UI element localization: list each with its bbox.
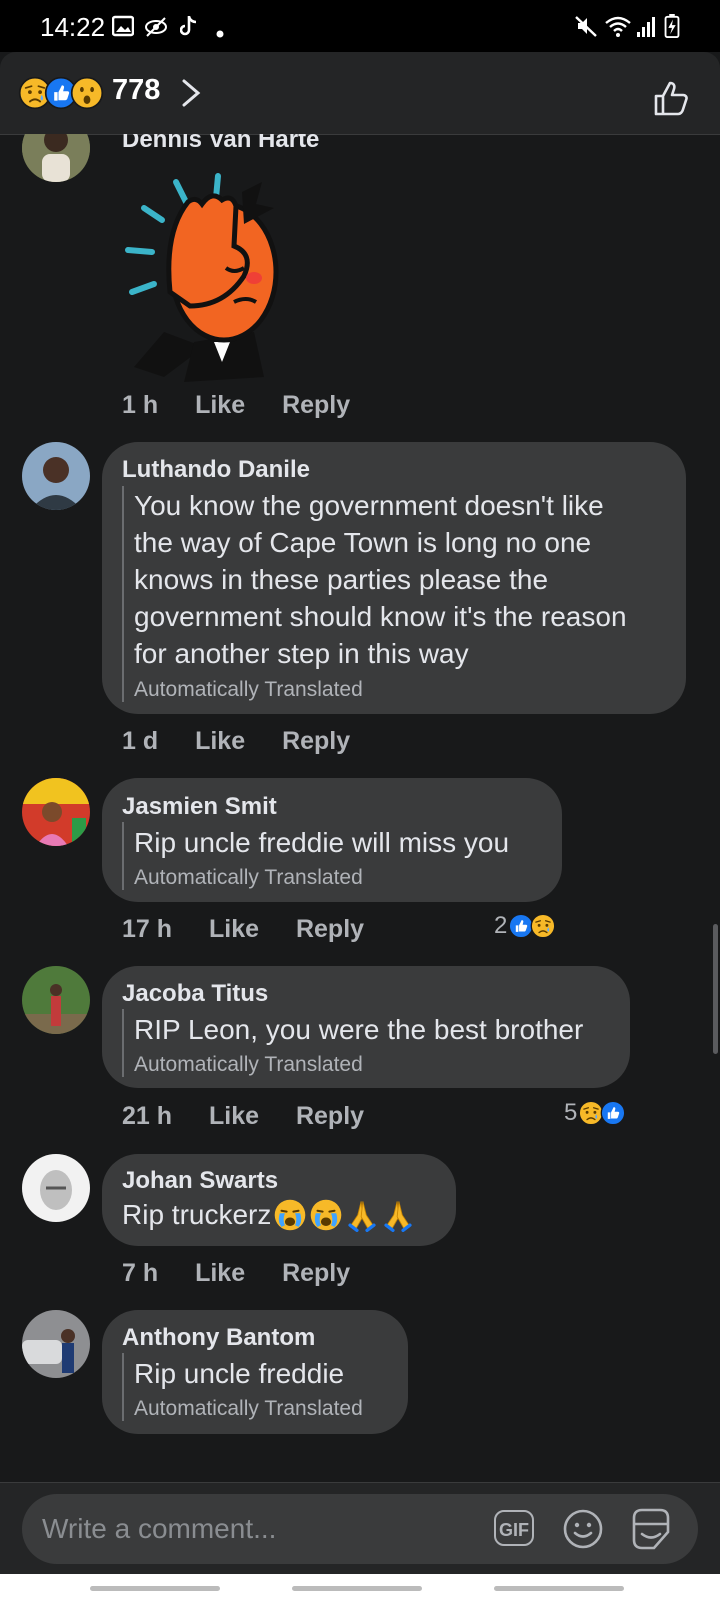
like-reaction-icon (600, 1100, 626, 1126)
translation-note[interactable]: Automatically Translated (134, 1053, 363, 1077)
translation-note[interactable]: Automatically Translated (134, 866, 363, 890)
comment-text: Rip truckerz (122, 1199, 272, 1230)
like-button-icon[interactable] (652, 78, 692, 118)
comment-author[interactable]: Dennis Van Harte (122, 134, 319, 154)
comment-text: You know the government doesn't like the… (134, 490, 627, 669)
comment-actions: 1 h Like Reply (122, 391, 380, 420)
comment-actions: 1 d Like Reply (122, 727, 380, 756)
comment-author[interactable]: Anthony Bantom (122, 1324, 315, 1352)
home-button[interactable] (292, 1586, 422, 1591)
translation-quote-bar (122, 1353, 124, 1421)
comment-author[interactable]: Johan Swarts (122, 1167, 278, 1195)
like-link[interactable]: Like (209, 1102, 259, 1131)
comment-time: 1 h (122, 391, 159, 419)
reply-link[interactable]: Reply (296, 1102, 364, 1131)
comment-time: 1 d (122, 727, 159, 755)
facepalm-sticker[interactable] (124, 172, 288, 382)
translation-quote-bar (122, 822, 124, 890)
mute-icon (575, 16, 597, 37)
like-link[interactable]: Like (195, 727, 245, 756)
status-time: 14:22 (40, 12, 106, 42)
like-link[interactable]: Like (195, 1259, 245, 1288)
avatar[interactable] (22, 966, 90, 1034)
translation-quote-bar (122, 486, 124, 702)
comment-composer: Write a comment... GIF (0, 1482, 720, 1575)
status-bar: 14:22 (0, 0, 720, 52)
folded-hands-emoji (381, 1198, 415, 1232)
comment-time: 17 h (122, 915, 173, 943)
gallery-icon (112, 15, 134, 37)
reaction-count: 5 (564, 1099, 578, 1126)
emoji-icon[interactable] (562, 1508, 604, 1550)
back-button[interactable] (494, 1586, 624, 1591)
reply-link[interactable]: Reply (282, 1259, 350, 1288)
comment-input[interactable]: Write a comment... GIF (22, 1494, 698, 1564)
sad-reaction-icon (530, 913, 556, 939)
comment-text: RIP Leon, you were the best brother (134, 1014, 584, 1045)
reaction-count[interactable]: 778 (112, 74, 160, 107)
comment-text: Rip uncle freddie will miss you (134, 827, 510, 858)
gif-button[interactable]: GIF (494, 1510, 534, 1546)
comment-author[interactable]: Jacoba Titus (122, 980, 268, 1008)
chevron-right-icon[interactable] (178, 78, 204, 108)
comment-input-placeholder: Write a comment... (42, 1513, 277, 1544)
comments-list[interactable]: Dennis Van Harte 1 h Like Reply Luthando… (0, 134, 720, 1482)
comment-time: 7 h (122, 1259, 159, 1287)
comment-time: 21 h (122, 1102, 173, 1130)
comment-author[interactable]: Luthando Danile (122, 456, 310, 484)
translation-quote-bar (122, 1009, 124, 1077)
scrollbar-thumb[interactable] (713, 924, 718, 1054)
folded-hands-emoji (345, 1198, 379, 1232)
dot-icon (216, 30, 224, 38)
battery-charging-icon (664, 14, 680, 38)
comment-text-row: Rip truckerz (122, 1198, 415, 1232)
comment-actions: 7 h Like Reply (122, 1259, 380, 1288)
reactions-header[interactable]: 778 (0, 52, 720, 135)
wow-reaction-icon (70, 76, 104, 110)
recent-apps-button[interactable] (90, 1586, 220, 1591)
reply-link[interactable]: Reply (296, 915, 364, 944)
visibility-off-icon (145, 17, 167, 37)
avatar[interactable] (22, 134, 90, 182)
wifi-icon (605, 16, 631, 37)
translation-note[interactable]: Automatically Translated (134, 1397, 363, 1421)
comment-actions: 17 h Like Reply (122, 915, 394, 944)
reply-link[interactable]: Reply (282, 727, 350, 756)
crying-face-emoji (309, 1198, 343, 1232)
like-link[interactable]: Like (209, 915, 259, 944)
reply-link[interactable]: Reply (282, 391, 350, 420)
tiktok-icon (180, 16, 197, 36)
comment-reactions[interactable]: 2 (494, 912, 556, 940)
comment-reactions[interactable]: 5 (564, 1099, 626, 1127)
avatar[interactable] (22, 1154, 90, 1222)
system-navigation-bar (0, 1574, 720, 1600)
avatar[interactable] (22, 778, 90, 846)
like-link[interactable]: Like (195, 391, 245, 420)
crying-face-emoji (273, 1198, 307, 1232)
translation-note[interactable]: Automatically Translated (134, 678, 363, 702)
comment-text: Rip uncle freddie (134, 1358, 345, 1389)
sticker-icon[interactable] (628, 1506, 674, 1552)
avatar[interactable] (22, 1310, 90, 1378)
reaction-count: 2 (494, 912, 508, 939)
comment-author[interactable]: Jasmien Smit (122, 793, 277, 821)
signal-icon (637, 17, 655, 37)
comment-actions: 21 h Like Reply (122, 1102, 394, 1131)
avatar[interactable] (22, 442, 90, 510)
